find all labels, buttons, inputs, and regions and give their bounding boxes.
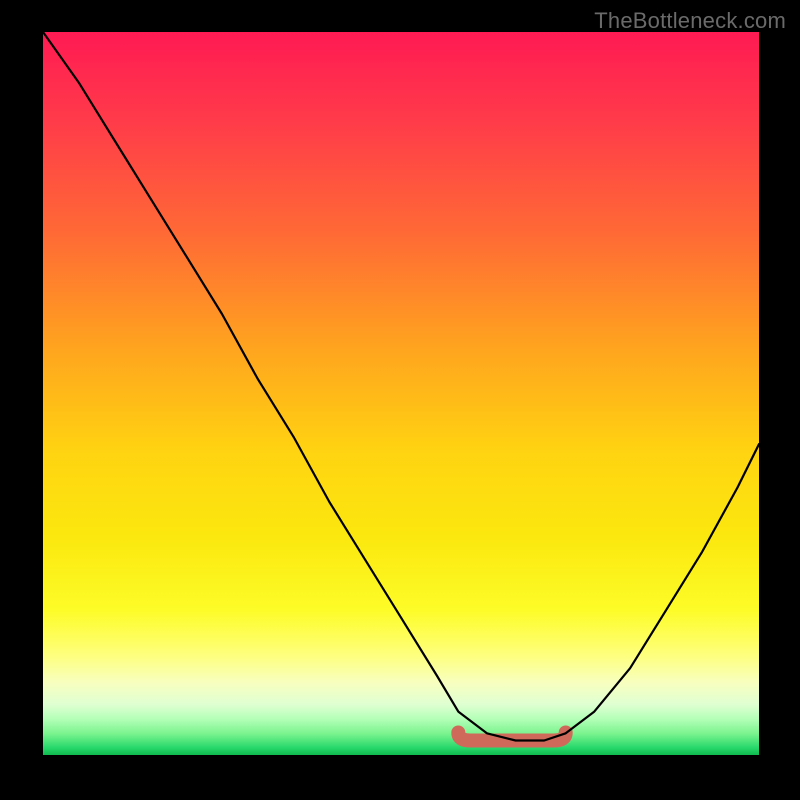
- attribution-label: TheBottleneck.com: [594, 8, 786, 34]
- bottleneck-curve: [43, 32, 759, 741]
- plot-area: [43, 32, 759, 755]
- plot-svg: [43, 32, 759, 755]
- chart-stage: TheBottleneck.com: [0, 0, 800, 800]
